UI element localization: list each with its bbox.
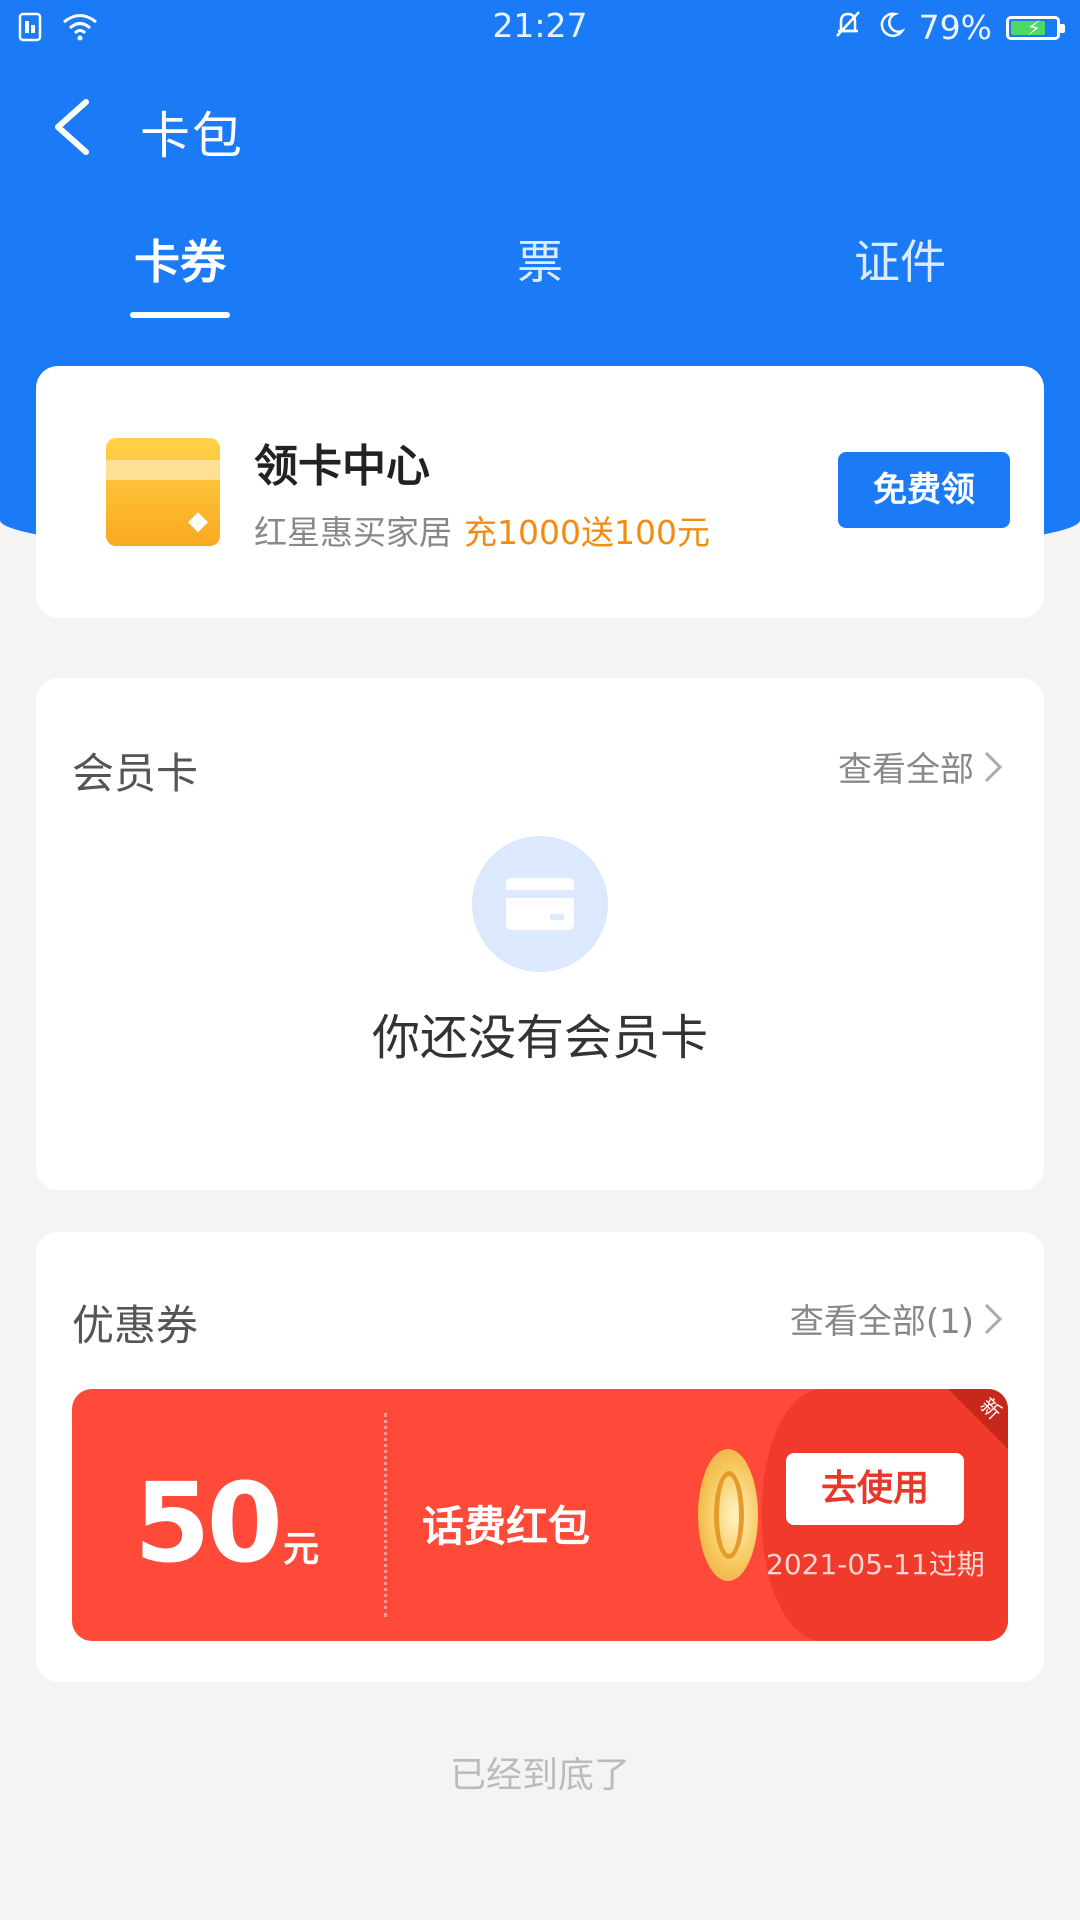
coin-icon — [698, 1449, 758, 1581]
battery-percent: 79% — [918, 8, 992, 47]
promo-merchant: 红星惠买家居 — [254, 513, 452, 552]
coupon-name: 话费红包 — [422, 1502, 591, 1551]
coupon-section-title: 优惠券 — [72, 1301, 199, 1350]
coupon-expiry: 2021-05-11过期 — [766, 1548, 985, 1581]
chevron-right-icon — [984, 751, 1003, 782]
card-center-promo[interactable]: ◆ 领卡中心 红星惠买家居 充1000送100元 免费领 — [36, 366, 1044, 618]
back-button[interactable] — [44, 92, 104, 162]
empty-member-text: 你还没有会员卡 — [371, 1010, 708, 1066]
empty-member-card-icon — [472, 836, 608, 972]
tab-cards-coupons[interactable]: 卡券 — [130, 226, 230, 292]
coupon-divider — [384, 1413, 387, 1617]
coupon-view-all-link[interactable]: 查看全部(1) — [790, 1294, 1004, 1343]
card-coupon-icon: ◆ — [106, 438, 220, 546]
status-right-icons: 79% ⚡ — [833, 8, 1065, 47]
member-section-title: 会员卡 — [72, 749, 199, 798]
battery-icon: ⚡ — [1006, 15, 1065, 40]
tab-certificates[interactable]: 证件 — [850, 226, 950, 292]
tab-active-indicator — [130, 312, 230, 318]
coupon-amount: 50 元 — [134, 1459, 319, 1587]
moon-icon — [877, 8, 906, 47]
member-view-all-link[interactable]: 查看全部 — [838, 742, 1004, 791]
free-claim-button[interactable]: 免费领 — [838, 452, 1010, 528]
chevron-right-icon — [984, 1303, 1003, 1334]
coupon-section: 优惠券 查看全部(1) 50 元 话费红包 去使用 2021-05-11过期 新 — [36, 1232, 1044, 1682]
tab-tickets[interactable]: 票 — [500, 226, 580, 292]
card-wallet-screen: 21:27 79% ⚡ 卡包 卡券 票 证件 ◆ 领卡中心 红星惠买家居 充10… — [0, 0, 1080, 1920]
coupon-amount-unit: 元 — [283, 1529, 320, 1570]
end-of-list-text: 已经到底了 — [449, 1755, 630, 1796]
coupon-view-all-label: 查看全部(1) — [789, 1302, 974, 1342]
chevron-left-icon — [55, 99, 89, 155]
member-card-section: 会员卡 查看全部 你还没有会员卡 — [36, 678, 1044, 1190]
promo-subtitle: 红星惠买家居 充1000送100元 — [254, 506, 710, 554]
page-title: 卡包 — [140, 107, 244, 165]
member-view-all-label: 查看全部 — [838, 750, 974, 790]
coupon-amount-value: 50 — [134, 1459, 283, 1587]
bell-muted-icon — [833, 8, 863, 47]
promo-offer: 充1000送100元 — [464, 513, 710, 552]
use-coupon-button[interactable]: 去使用 — [786, 1453, 964, 1525]
promo-title: 领卡中心 — [254, 441, 430, 492]
coupon-card[interactable]: 50 元 话费红包 去使用 2021-05-11过期 新 — [72, 1389, 1008, 1641]
status-bar: 21:27 79% ⚡ — [0, 0, 1080, 56]
